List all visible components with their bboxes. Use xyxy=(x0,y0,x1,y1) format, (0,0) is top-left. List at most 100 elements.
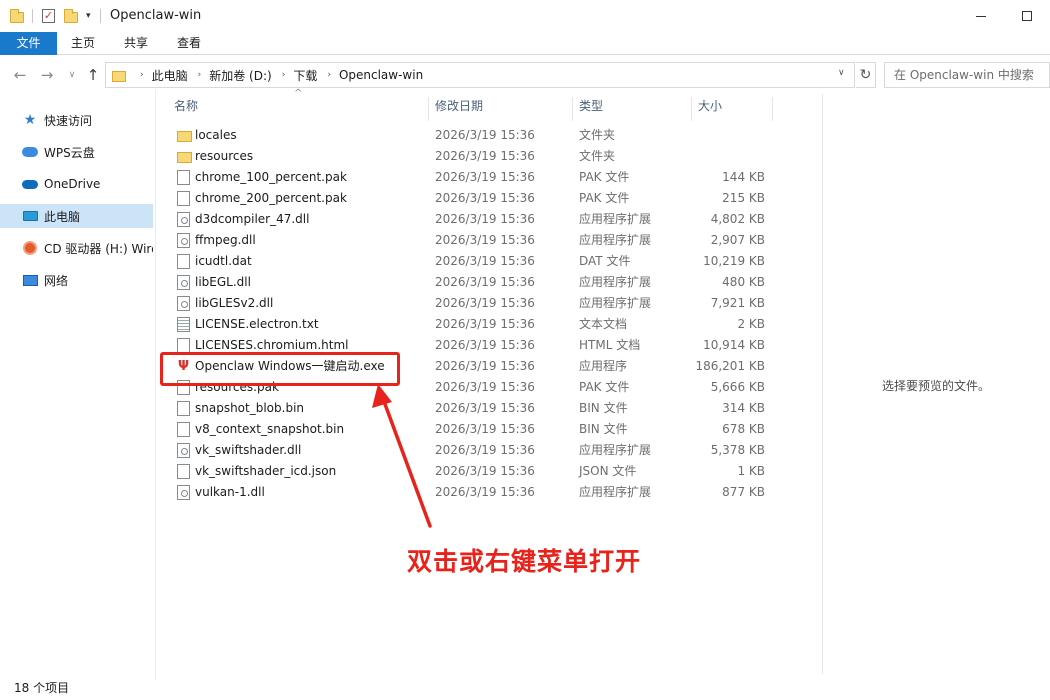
properties-check-icon[interactable]: ✓ xyxy=(42,8,55,24)
folder-icon xyxy=(112,70,126,82)
file-size: 215 KB xyxy=(722,191,765,205)
file-name: chrome_200_percent.pak xyxy=(195,191,347,205)
file-type: 应用程序扩展 xyxy=(579,443,652,457)
file-name: locales xyxy=(195,128,237,142)
chevron-right-icon[interactable]: › xyxy=(140,70,144,80)
file-date: 2026/3/19 15:36 xyxy=(435,275,535,289)
file-icon xyxy=(177,401,190,416)
file-size: 7,921 KB xyxy=(710,296,765,310)
network-icon xyxy=(22,272,38,288)
nav-item-quick-access[interactable]: ★ 快速访问 xyxy=(0,108,153,132)
address-box[interactable]: › 此电脑 › 新加卷 (D:) › 下载 › Openclaw-win xyxy=(105,62,855,88)
file-type: 应用程序扩展 xyxy=(579,233,652,247)
file-date: 2026/3/19 15:36 xyxy=(435,254,535,268)
file-row[interactable]: libEGL.dll 2026/3/19 15:36 应用程序扩展 480 KB xyxy=(156,272,822,293)
this-pc-icon xyxy=(22,208,38,224)
chevron-right-icon[interactable]: › xyxy=(282,70,286,80)
column-header-size[interactable]: 大小 xyxy=(692,92,772,122)
chevron-down-icon: ∨ xyxy=(68,70,76,80)
tab-share[interactable]: 共享 xyxy=(113,32,159,55)
file-icon xyxy=(177,464,190,479)
search-input[interactable]: 在 Openclaw-win 中搜索 xyxy=(884,62,1050,88)
breadcrumb-downloads[interactable]: 下载 xyxy=(293,67,317,84)
file-row[interactable]: locales 2026/3/19 15:36 文件夹 xyxy=(156,125,822,146)
nav-item-cd-drive[interactable]: CD 驱动器 (H:) Wire xyxy=(0,236,153,260)
maximize-button[interactable] xyxy=(1004,0,1050,32)
nav-item-label: OneDrive xyxy=(44,177,101,191)
dll-file-icon xyxy=(177,296,190,311)
nav-item-wps-cloud[interactable]: WPS云盘 xyxy=(0,140,153,164)
file-name: vk_swiftshader.dll xyxy=(195,443,302,457)
file-date: 2026/3/19 15:36 xyxy=(435,359,535,373)
customize-dropdown-icon[interactable]: ▾ xyxy=(86,8,91,24)
nav-item-network[interactable]: 网络 xyxy=(0,268,153,292)
file-row[interactable]: vulkan-1.dll 2026/3/19 15:36 应用程序扩展 877 KB xyxy=(156,482,822,503)
file-row[interactable]: chrome_100_percent.pak 2026/3/19 15:36 PAK… xyxy=(156,167,822,188)
column-header-date[interactable]: 修改日期 xyxy=(429,92,572,122)
column-headers: ^ 名称 修改日期 类型 大小 xyxy=(156,88,822,122)
file-row[interactable]: d3dcompiler_47.dll 2026/3/19 15:36 应用程序扩展 4… xyxy=(156,209,822,230)
file-size: 2,907 KB xyxy=(710,233,765,247)
breadcrumb-drive-d[interactable]: 新加卷 (D:) xyxy=(209,67,271,84)
file-type: PAK 文件 xyxy=(579,170,630,184)
refresh-icon: ↻ xyxy=(859,67,872,83)
preview-empty-text: 选择要预览的文件。 xyxy=(881,379,990,393)
back-arrow-icon: ← xyxy=(13,66,27,84)
file-type: JSON 文件 xyxy=(579,464,637,478)
file-size: 2 KB xyxy=(737,317,765,331)
file-name: libEGL.dll xyxy=(195,275,251,289)
nav-item-this-pc[interactable]: 此电脑 xyxy=(0,204,153,228)
file-row[interactable]: resources 2026/3/19 15:36 文件夹 xyxy=(156,146,822,167)
file-date: 2026/3/19 15:36 xyxy=(435,338,535,352)
new-folder-icon[interactable] xyxy=(64,8,78,24)
file-row[interactable]: snapshot_blob.bin 2026/3/19 15:36 BIN 文件 31… xyxy=(156,398,822,419)
nav-item-label: CD 驱动器 (H:) Wire xyxy=(44,241,153,256)
tab-view[interactable]: 查看 xyxy=(166,32,212,55)
folder-icon[interactable] xyxy=(10,8,24,24)
up-button[interactable]: ↑ xyxy=(84,64,102,86)
chevron-right-icon[interactable]: › xyxy=(198,70,202,80)
chevron-right-icon[interactable]: › xyxy=(327,70,331,80)
back-button[interactable]: ← xyxy=(11,64,29,86)
nav-item-label: WPS云盘 xyxy=(44,145,95,160)
file-row[interactable]: chrome_200_percent.pak 2026/3/19 15:36 PAK… xyxy=(156,188,822,209)
column-header-type[interactable]: 类型 xyxy=(573,92,691,122)
file-name: resources xyxy=(195,149,254,163)
file-icon xyxy=(177,191,190,206)
file-type: PAK 文件 xyxy=(579,191,630,205)
file-row[interactable]: LICENSE.electron.txt 2026/3/19 15:36 文本文档 2… xyxy=(156,314,822,335)
column-divider[interactable] xyxy=(772,97,773,121)
column-header-name[interactable]: 名称 xyxy=(168,92,430,122)
file-row[interactable]: v8_context_snapshot.bin 2026/3/19 15:36 BI… xyxy=(156,419,822,440)
file-date: 2026/3/19 15:36 xyxy=(435,149,535,163)
file-row[interactable]: vk_swiftshader.dll 2026/3/19 15:36 应用程序扩展 5… xyxy=(156,440,822,461)
breadcrumb-openclaw-win[interactable]: Openclaw-win xyxy=(339,68,423,82)
file-icon xyxy=(177,422,190,437)
star-icon: ★ xyxy=(23,112,37,128)
file-type: BIN 文件 xyxy=(579,401,628,415)
file-size: 314 KB xyxy=(722,401,765,415)
navigation-pane: ★ 快速访问 WPS云盘 OneDrive 此电脑 CD 驱动器 (H:) Wi… xyxy=(0,100,155,680)
up-arrow-icon: ↑ xyxy=(86,66,100,84)
minimize-button[interactable] xyxy=(958,0,1004,32)
refresh-button[interactable]: ↻ xyxy=(856,62,876,88)
nav-item-onedrive[interactable]: OneDrive xyxy=(0,172,153,196)
breadcrumb-this-pc[interactable]: 此电脑 xyxy=(152,67,188,84)
dll-file-icon xyxy=(177,275,190,290)
file-type: 文件夹 xyxy=(579,149,616,163)
file-row[interactable]: vk_swiftshader_icd.json 2026/3/19 15:36 JS… xyxy=(156,461,822,482)
file-row[interactable]: icudtl.dat 2026/3/19 15:36 DAT 文件 10,219 KB xyxy=(156,251,822,272)
tab-file[interactable]: 文件 xyxy=(0,32,57,55)
file-row[interactable]: ffmpeg.dll 2026/3/19 15:36 应用程序扩展 2,907 KB xyxy=(156,230,822,251)
address-dropdown-icon[interactable]: ∨ xyxy=(838,68,845,78)
file-size xyxy=(692,146,765,167)
file-icon xyxy=(177,170,190,185)
file-size xyxy=(692,125,765,146)
forward-button[interactable]: → xyxy=(38,64,56,86)
recent-locations-button[interactable]: ∨ xyxy=(63,64,81,86)
file-row[interactable]: libGLESv2.dll 2026/3/19 15:36 应用程序扩展 7,921 … xyxy=(156,293,822,314)
tab-home[interactable]: 主页 xyxy=(60,32,106,55)
file-type: 文本文档 xyxy=(579,317,628,331)
wps-cloud-icon xyxy=(22,144,38,160)
file-type: PAK 文件 xyxy=(579,380,630,394)
